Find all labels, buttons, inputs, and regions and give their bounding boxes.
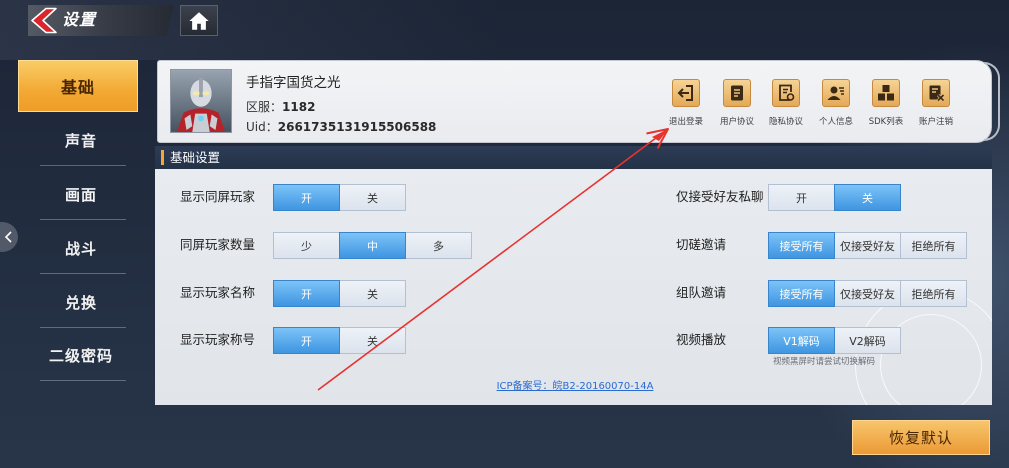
duel-invite-selector: 接受所有 仅接受好友 拒绝所有 [768, 232, 967, 259]
option-off[interactable]: 关 [834, 184, 901, 211]
reset-defaults-button[interactable]: 恢复默认 [852, 420, 990, 455]
personal-info-icon [822, 79, 850, 107]
page-title: 设置 [62, 10, 97, 29]
team-invite-selector: 接受所有 仅接受好友 拒绝所有 [768, 280, 967, 307]
account-cancel-button[interactable]: 账户注销 [911, 79, 961, 129]
logout-icon [672, 79, 700, 107]
personal-info-button[interactable]: 个人信息 [811, 79, 861, 129]
friend-only-chat-label: 仅接受好友私聊 [676, 189, 764, 204]
account-cancel-label: 账户注销 [918, 117, 953, 127]
account-cancel-icon [922, 79, 950, 107]
same-screen-player-count-selector: 少 中 多 [273, 232, 472, 259]
video-decoder-hint: 视频黑屏时请尝试切换解码 [773, 357, 876, 367]
sdk-list-icon [872, 79, 900, 107]
player-name: 手指字国货之光 [246, 75, 341, 91]
duel-invite-label: 切磋邀请 [676, 237, 727, 252]
option-friends-only[interactable]: 仅接受好友 [834, 280, 901, 307]
show-same-screen-players-label: 显示同屏玩家 [180, 189, 256, 204]
option-reject-all[interactable]: 拒绝所有 [900, 232, 967, 259]
home-button[interactable] [180, 5, 218, 36]
section-title: 基础设置 [170, 150, 221, 165]
same-screen-player-count-label: 同屏玩家数量 [180, 237, 256, 252]
avatar[interactable] [170, 69, 232, 133]
server-value: 1182 [282, 100, 316, 114]
privacy-agreement-button[interactable]: 隐私协议 [761, 79, 811, 129]
server-label: 区服： [246, 100, 283, 114]
sidebar-item-redeem[interactable]: 兑换 [18, 276, 138, 328]
option-on[interactable]: 开 [273, 280, 340, 307]
option-medium[interactable]: 中 [339, 232, 406, 259]
profile-card-edge-decoration [984, 62, 1000, 141]
option-off[interactable]: 关 [339, 184, 406, 211]
friend-only-chat-toggle: 开 关 [768, 184, 901, 211]
sdk-list-button[interactable]: SDK列表 [861, 79, 911, 129]
section-header [155, 146, 992, 169]
side-expand-button[interactable] [0, 222, 18, 252]
option-reject-all[interactable]: 拒绝所有 [900, 280, 967, 307]
uid-label: Uid： [246, 120, 278, 134]
show-player-title-toggle: 开 关 [273, 327, 406, 354]
logout-button[interactable]: 退出登录 [661, 79, 711, 129]
back-arrow-icon[interactable] [30, 7, 58, 34]
option-many[interactable]: 多 [405, 232, 472, 259]
sidebar-item-battle[interactable]: 战斗 [18, 222, 138, 274]
option-accept-all[interactable]: 接受所有 [768, 232, 835, 259]
show-player-title-label: 显示玩家称号 [180, 332, 256, 347]
uid-value: 2661735131915506588 [277, 120, 437, 134]
show-same-screen-players-toggle: 开 关 [273, 184, 406, 211]
option-off[interactable]: 关 [339, 280, 406, 307]
privacy-agreement-icon [772, 79, 800, 107]
chevron-left-icon [4, 231, 12, 243]
section-header-accent [161, 150, 164, 165]
option-accept-all[interactable]: 接受所有 [768, 280, 835, 307]
sidebar-item-basic[interactable]: 基础 [18, 60, 138, 112]
show-player-name-toggle: 开 关 [273, 280, 406, 307]
show-player-name-label: 显示玩家名称 [180, 285, 256, 300]
video-playback-label: 视频播放 [676, 332, 727, 347]
icp-license-link[interactable]: ICP备案号：皖B2-20160070-14A [445, 380, 705, 394]
sidebar-item-graphics[interactable]: 画面 [18, 168, 138, 220]
option-off[interactable]: 关 [339, 327, 406, 354]
option-on[interactable]: 开 [273, 184, 340, 211]
sidebar-item-secondary-password[interactable]: 二级密码 [18, 329, 138, 381]
option-v1-decoder[interactable]: V1解码 [768, 327, 835, 354]
option-friends-only[interactable]: 仅接受好友 [834, 232, 901, 259]
home-icon [189, 11, 209, 30]
uid-info: Uid：2661735131915506588 [246, 119, 436, 135]
server-info: 区服：1182 [246, 99, 315, 115]
option-few[interactable]: 少 [273, 232, 340, 259]
option-on[interactable]: 开 [768, 184, 835, 211]
team-invite-label: 组队邀请 [676, 285, 727, 300]
video-decoder-selector: V1解码 V2解码 [768, 327, 901, 354]
user-agreement-icon [723, 79, 751, 107]
option-v2-decoder[interactable]: V2解码 [834, 327, 901, 354]
option-on[interactable]: 开 [273, 327, 340, 354]
sidebar-item-sound[interactable]: 声音 [18, 114, 138, 166]
